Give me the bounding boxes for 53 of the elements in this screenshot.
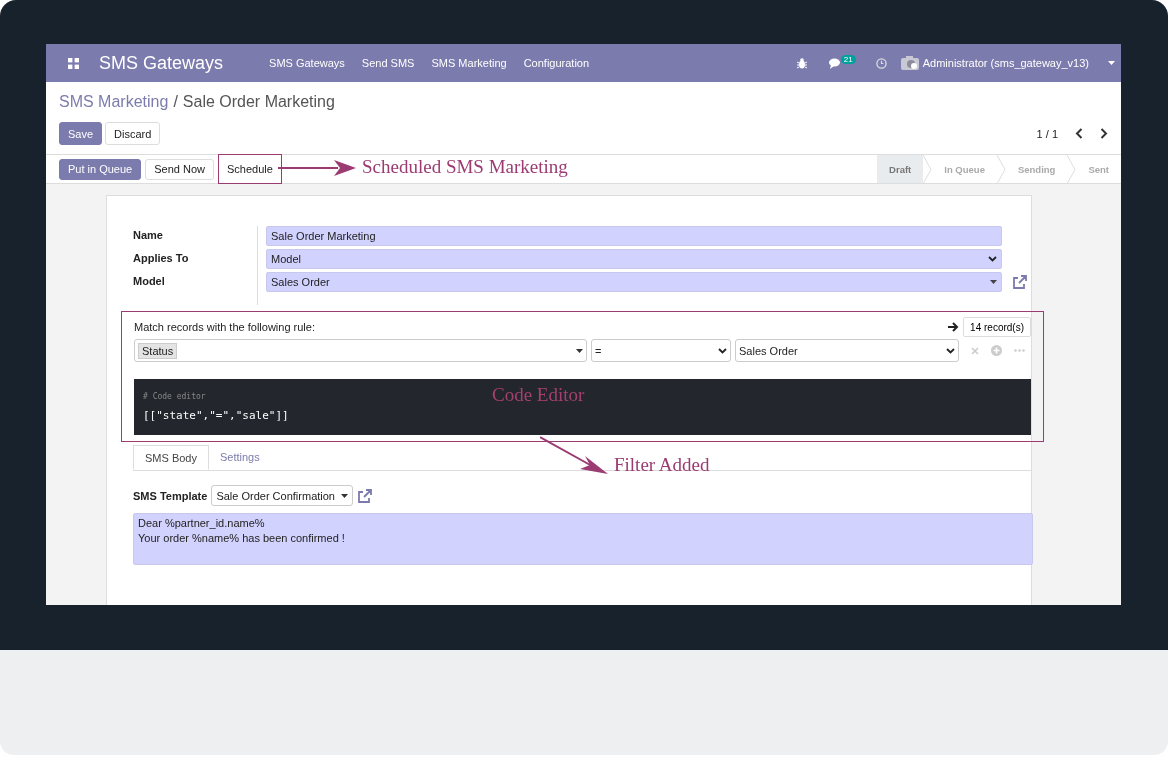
chevron-down-icon xyxy=(946,347,955,354)
external-link-icon[interactable] xyxy=(1012,274,1028,290)
save-button[interactable]: Save xyxy=(59,122,103,145)
select-field[interactable]: Model xyxy=(266,249,1002,269)
message-count-badge: 21 xyxy=(840,54,856,64)
field-label: Applies To xyxy=(133,251,190,266)
caret-icon xyxy=(341,493,349,498)
chat-icon[interactable] xyxy=(828,57,842,69)
breadcrumb-separator: / xyxy=(173,92,178,112)
pager-counter: 1 / 1 xyxy=(1036,127,1058,140)
previous-icon[interactable] xyxy=(1075,128,1083,139)
sms-body-field[interactable]: Dear %partner_id.name% Your order %name% has been confirmed ! xyxy=(133,513,1033,565)
menu-item[interactable]: SMS Marketing xyxy=(431,57,507,69)
apps-grid-icon[interactable] xyxy=(68,57,79,69)
chevron-down-icon xyxy=(988,256,997,262)
caret-icon xyxy=(990,280,997,284)
menu-item[interactable]: Send SMS xyxy=(361,57,415,69)
field-label: Name xyxy=(133,228,164,243)
tab[interactable]: SMS Body xyxy=(133,445,209,470)
tab[interactable]: Settings xyxy=(208,445,271,470)
menu-item[interactable]: SMS Gateways xyxy=(269,57,345,69)
action-button[interactable]: Put in Queue xyxy=(59,158,142,180)
record-count-button[interactable]: 14 record(s) xyxy=(963,317,1031,337)
value-select[interactable]: Sales Order xyxy=(735,339,959,362)
discard-button[interactable]: Discard xyxy=(105,122,161,145)
chevron-down-icon xyxy=(718,347,727,354)
external-link-icon[interactable] xyxy=(357,487,374,504)
field-select[interactable]: Status xyxy=(134,339,587,362)
camera-avatar-icon[interactable] xyxy=(900,56,919,70)
bug-icon[interactable] xyxy=(796,57,807,69)
annotation-label: Filter Added xyxy=(614,454,710,476)
arrow-right-icon xyxy=(948,322,960,332)
select-field[interactable]: Sales Order xyxy=(266,272,1002,292)
menu-item[interactable]: Configuration xyxy=(523,57,590,69)
template-select[interactable]: Sale Order Confirmation xyxy=(211,485,354,506)
breadcrumb-current: Sale Order Marketing xyxy=(182,92,335,112)
action-button[interactable]: Send Now xyxy=(145,158,214,180)
operator-select[interactable]: = xyxy=(591,339,731,362)
text-field[interactable]: Sale Order Marketing xyxy=(266,226,1002,246)
action-button[interactable]: Schedule xyxy=(218,153,282,184)
rule-caption: Match records with the following rule: xyxy=(134,321,315,333)
field-label: SMS Template xyxy=(133,489,208,502)
caret-icon[interactable] xyxy=(1108,61,1115,65)
next-icon[interactable] xyxy=(1100,128,1108,139)
app-title: SMS Gateways xyxy=(99,52,224,74)
annotation-label: Code Editor xyxy=(492,384,585,406)
field-label: Model xyxy=(133,274,166,289)
clock-icon[interactable] xyxy=(875,57,887,69)
annotation-label: Scheduled SMS Marketing xyxy=(362,156,568,178)
user-menu[interactable]: Administrator (sms_gateway_v13) xyxy=(922,57,1089,69)
status-stage[interactable]: Draft xyxy=(877,155,924,183)
breadcrumb-link[interactable]: SMS Marketing xyxy=(59,92,169,112)
caret-icon xyxy=(576,348,583,353)
